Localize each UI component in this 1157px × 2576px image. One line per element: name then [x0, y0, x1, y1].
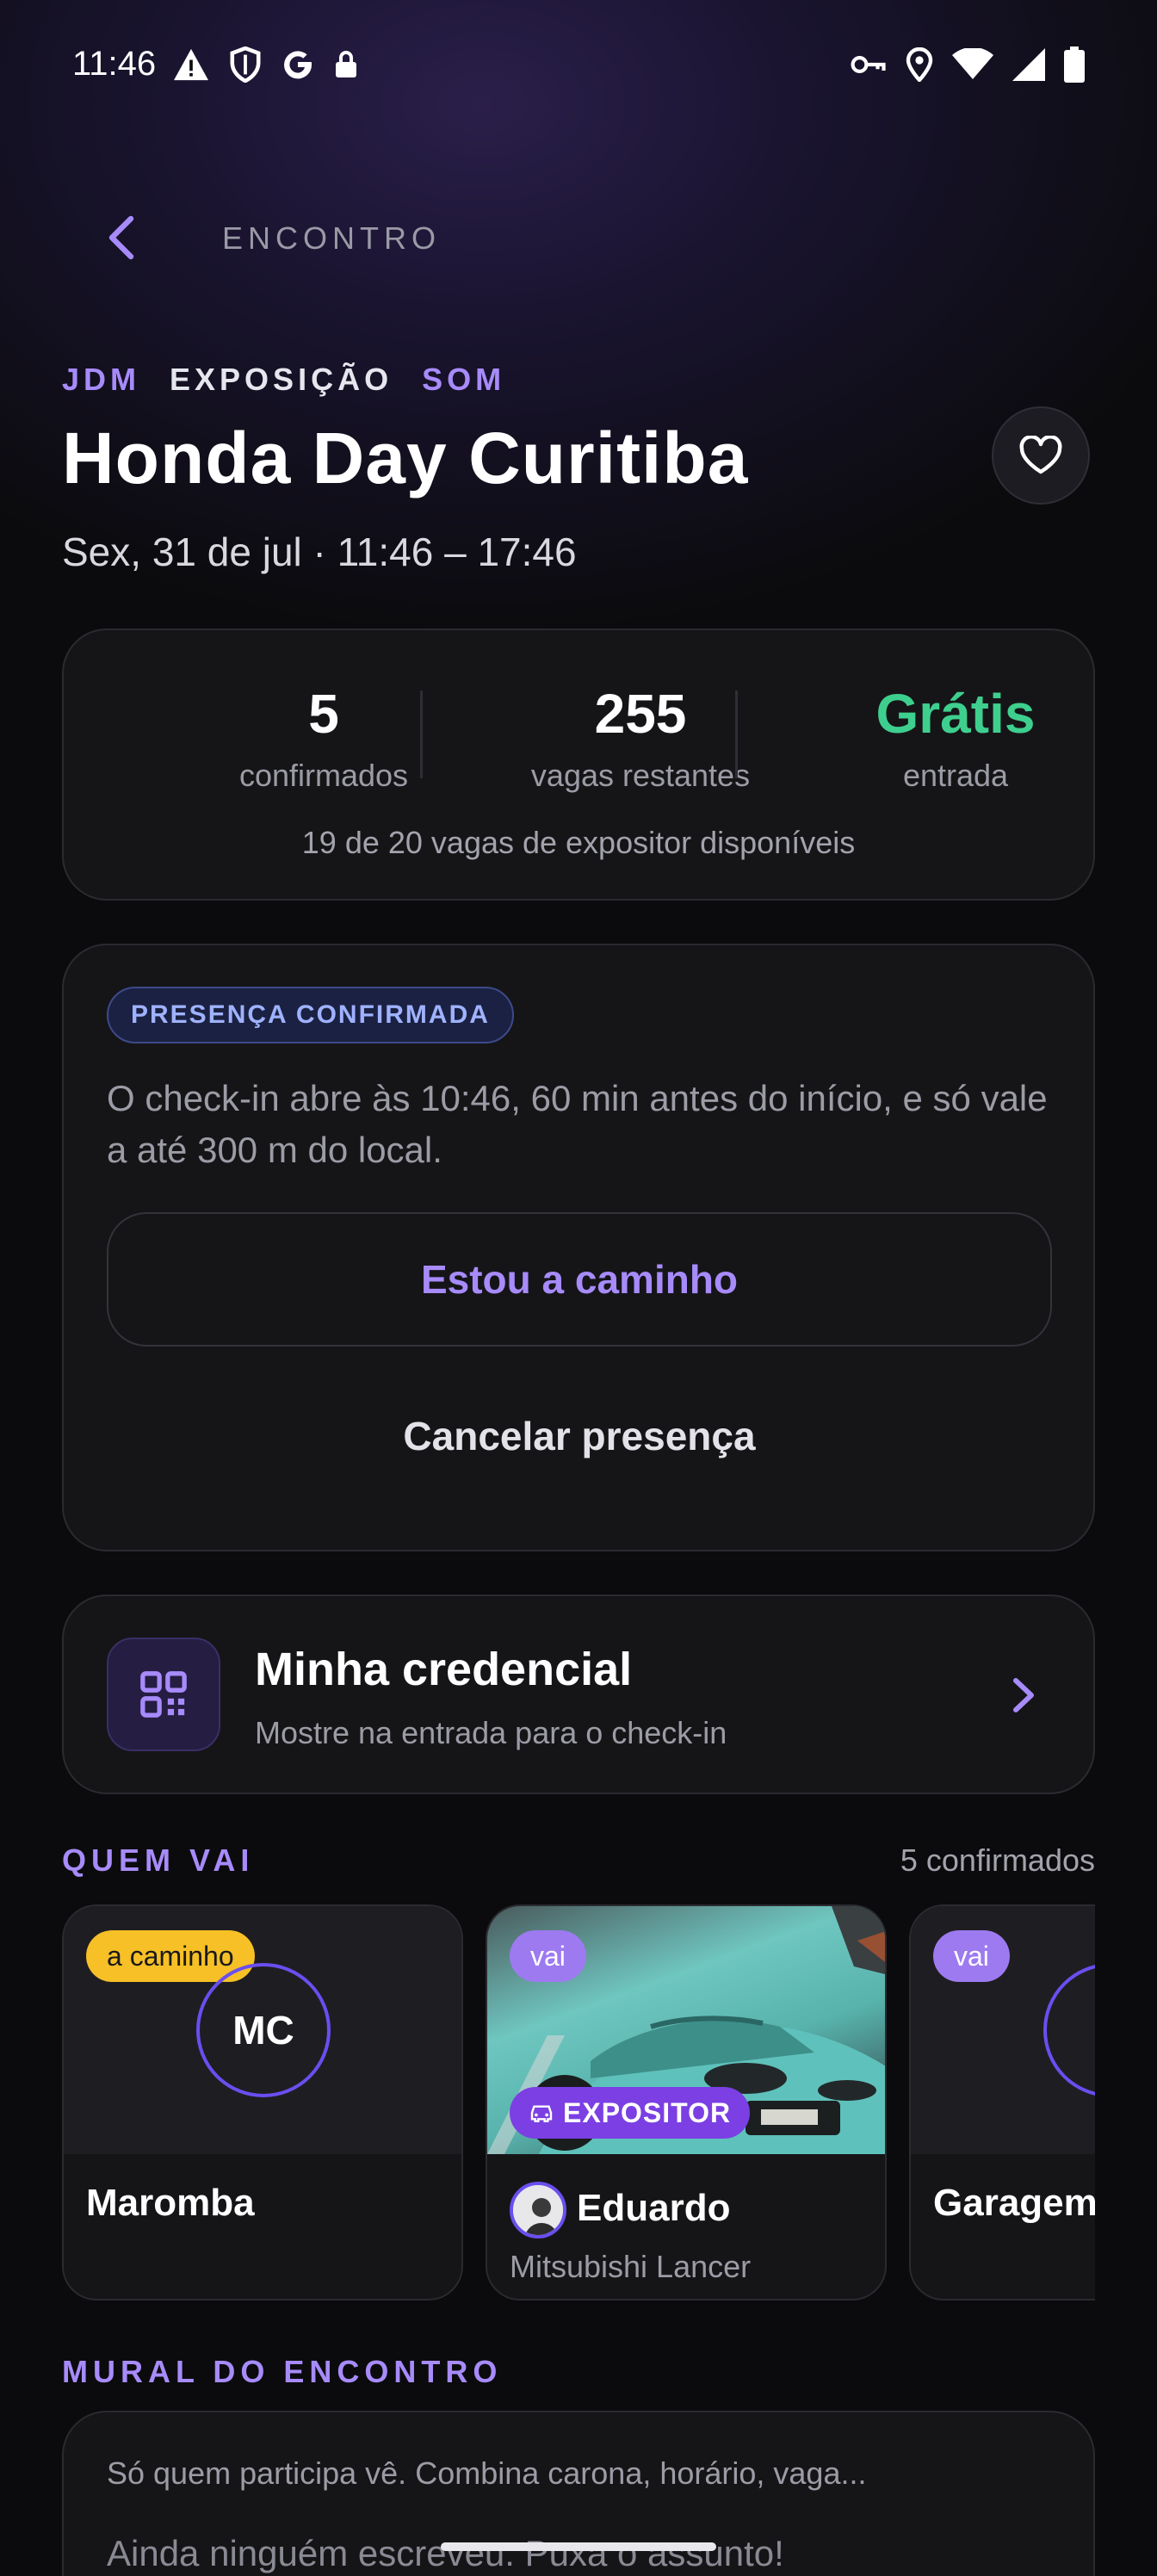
avatar	[510, 2182, 566, 2239]
mural-empty-text: Ainda ninguém escreveu. Puxa o assunto!	[107, 2533, 784, 2573]
status-pill: vai	[510, 1930, 586, 1982]
section-title-mural: MURAL DO ENCONTRO	[62, 2354, 503, 2389]
attendee-card[interactable]: vai G Garagem	[909, 1904, 1095, 2300]
attendees-carousel[interactable]: a caminho MC Maromba vai EXPOSITOR Eduar…	[62, 0, 1095, 2576]
attendee-card[interactable]: a caminho MC Maromba	[62, 1904, 463, 2300]
car-icon	[530, 2105, 553, 2122]
attendee-name: Garagem	[933, 2182, 1095, 2224]
mural-hint: Só quem participa vê. Combina carona, ho…	[107, 2455, 867, 2491]
attendee-card[interactable]: vai EXPOSITOR Eduardo Mitsubishi Lancer	[486, 1904, 887, 2300]
avatar: MC	[196, 1963, 331, 2097]
attendee-name: Maromba	[86, 2182, 255, 2224]
exhibitor-label: EXPOSITOR	[563, 2096, 732, 2128]
gesture-handle	[441, 2542, 716, 2551]
attendee-car: Mitsubishi Lancer	[510, 2249, 752, 2284]
status-pill: vai	[933, 1930, 1010, 1982]
attendee-name: Eduardo	[577, 2187, 731, 2229]
exhibitor-badge: EXPOSITOR	[510, 2087, 751, 2139]
mural-card[interactable]: Só quem participa vê. Combina carona, ho…	[62, 2411, 1095, 2576]
